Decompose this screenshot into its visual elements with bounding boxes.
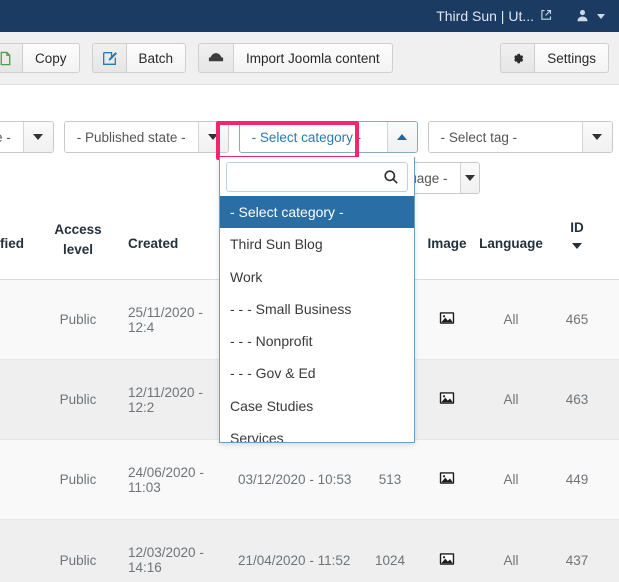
- chevron-up-icon[interactable]: [386, 122, 417, 152]
- external-link-icon: [540, 9, 552, 24]
- cell-image: [418, 311, 476, 328]
- import-joomla-content-button[interactable]: Import Joomla content: [234, 43, 393, 73]
- cell-language: All: [503, 472, 519, 487]
- cell-created: 12/11/2020 - 12:2: [128, 384, 203, 415]
- caret-down-icon: [597, 13, 605, 19]
- access-level-line1: Access: [54, 222, 102, 237]
- cell-access-level: Public: [59, 472, 97, 487]
- cell-id: 465: [565, 312, 589, 327]
- image-icon: [439, 391, 455, 405]
- category-option[interactable]: - - - Nonprofit: [220, 325, 414, 357]
- cell-created: 12/03/2020 - 14:16: [128, 545, 204, 575]
- category-option[interactable]: - - - Small Business: [220, 293, 414, 325]
- batch-edit-icon[interactable]: [91, 43, 127, 73]
- column-header-image[interactable]: Image: [418, 220, 476, 251]
- category-option-list[interactable]: - Select category - Third Sun Blog Work - -…: [220, 196, 414, 442]
- category-dropdown-panel[interactable]: - Select category - Third Sun Blog Work - -…: [219, 157, 415, 443]
- category-option[interactable]: Case Studies: [220, 390, 414, 422]
- filter-select-published-state[interactable]: - Published state -: [63, 121, 229, 153]
- select-tag-label: - Select tag -: [428, 122, 582, 152]
- table-row[interactable]: Public 24/06/2020 - 11:03 03/12/2020 - 10:…: [0, 440, 619, 520]
- user-menu[interactable]: [576, 9, 605, 24]
- filter-select-partial-left[interactable]: e -: [0, 121, 54, 153]
- cell-started: 03/12/2020 - 10:53: [238, 472, 352, 487]
- category-option[interactable]: - Select category -: [220, 196, 414, 229]
- cell-started: 21/04/2020 - 11:52: [238, 552, 351, 568]
- column-header-access-level[interactable]: Access level: [44, 220, 112, 259]
- settings-button[interactable]: Settings: [535, 43, 609, 73]
- category-option[interactable]: Work: [220, 261, 414, 293]
- copy-button[interactable]: Copy: [23, 43, 80, 73]
- image-icon: [439, 552, 455, 566]
- category-option[interactable]: Third Sun Blog: [220, 228, 414, 260]
- cell-image: [418, 471, 476, 488]
- search-icon: [383, 169, 399, 185]
- column-header-modified[interactable]: fied: [0, 220, 44, 251]
- chevron-down-icon[interactable]: [22, 122, 53, 152]
- cell-id: 449: [565, 472, 589, 487]
- batch-button[interactable]: Batch: [126, 43, 187, 73]
- chevron-down-icon[interactable]: [581, 122, 612, 152]
- copy-icon[interactable]: [0, 43, 23, 73]
- cell-hits: 513: [378, 472, 402, 487]
- settings-button-group[interactable]: Settings: [500, 43, 609, 73]
- filter-select-tag[interactable]: - Select tag -: [427, 121, 613, 153]
- filter-partial-left-label: e -: [0, 122, 23, 152]
- batch-button-group[interactable]: Batch: [91, 43, 187, 73]
- import-button-group[interactable]: Import Joomla content: [198, 43, 393, 73]
- column-header-created[interactable]: Created: [112, 220, 232, 251]
- cell-created: 24/06/2020 - 11:03: [128, 464, 204, 495]
- column-header-language[interactable]: Language: [476, 220, 546, 251]
- cell-image: [418, 552, 476, 569]
- image-icon: [439, 311, 455, 325]
- cell-created: 25/11/2020 - 12:4: [128, 304, 203, 335]
- cell-language: All: [503, 312, 519, 327]
- cell-access-level: Public: [59, 552, 97, 568]
- copy-button-group[interactable]: Copy: [0, 43, 80, 73]
- select-category-label: - Select category -: [239, 122, 387, 152]
- import-icon[interactable]: [198, 43, 235, 73]
- column-header-id[interactable]: ID: [546, 220, 608, 249]
- top-navbar: Third Sun | Ut...: [0, 0, 619, 32]
- filter-select-category[interactable]: - Select category -: [238, 121, 418, 153]
- site-preview-link[interactable]: Third Sun | Ut...: [436, 8, 552, 24]
- category-search-input[interactable]: [227, 163, 407, 191]
- access-level-line2: level: [62, 241, 94, 257]
- dropdown-search-box[interactable]: [226, 162, 408, 192]
- sort-descending-icon: [572, 243, 582, 249]
- cell-access-level: Public: [59, 312, 97, 327]
- column-header-id-label: ID: [570, 220, 584, 235]
- cell-language: All: [503, 392, 519, 407]
- dropdown-search-wrapper: [220, 157, 414, 196]
- cell-image: [418, 391, 476, 408]
- toolbar: Copy Batch Import Joomla content Setting…: [0, 32, 619, 85]
- cell-access-level: Public: [59, 392, 97, 407]
- category-option[interactable]: - - - Gov & Ed: [220, 357, 414, 389]
- cell-language: All: [503, 552, 519, 568]
- site-name-label: Third Sun | Ut...: [436, 8, 534, 24]
- cell-hits: 1024: [374, 552, 406, 568]
- chevron-down-icon[interactable]: [459, 163, 479, 193]
- table-row[interactable]: Public 12/03/2020 - 14:16 21/04/2020 - 11:…: [0, 520, 619, 582]
- user-icon: [576, 9, 589, 24]
- image-icon: [439, 471, 455, 485]
- gear-icon[interactable]: [500, 43, 536, 73]
- app-root: Third Sun | Ut... Copy Batch Import Joom…: [0, 0, 619, 582]
- cell-id: 463: [565, 392, 589, 407]
- cell-id: 437: [565, 552, 589, 568]
- category-option[interactable]: Services: [220, 422, 414, 442]
- chevron-down-icon[interactable]: [197, 122, 228, 152]
- published-state-label: - Published state -: [64, 122, 198, 152]
